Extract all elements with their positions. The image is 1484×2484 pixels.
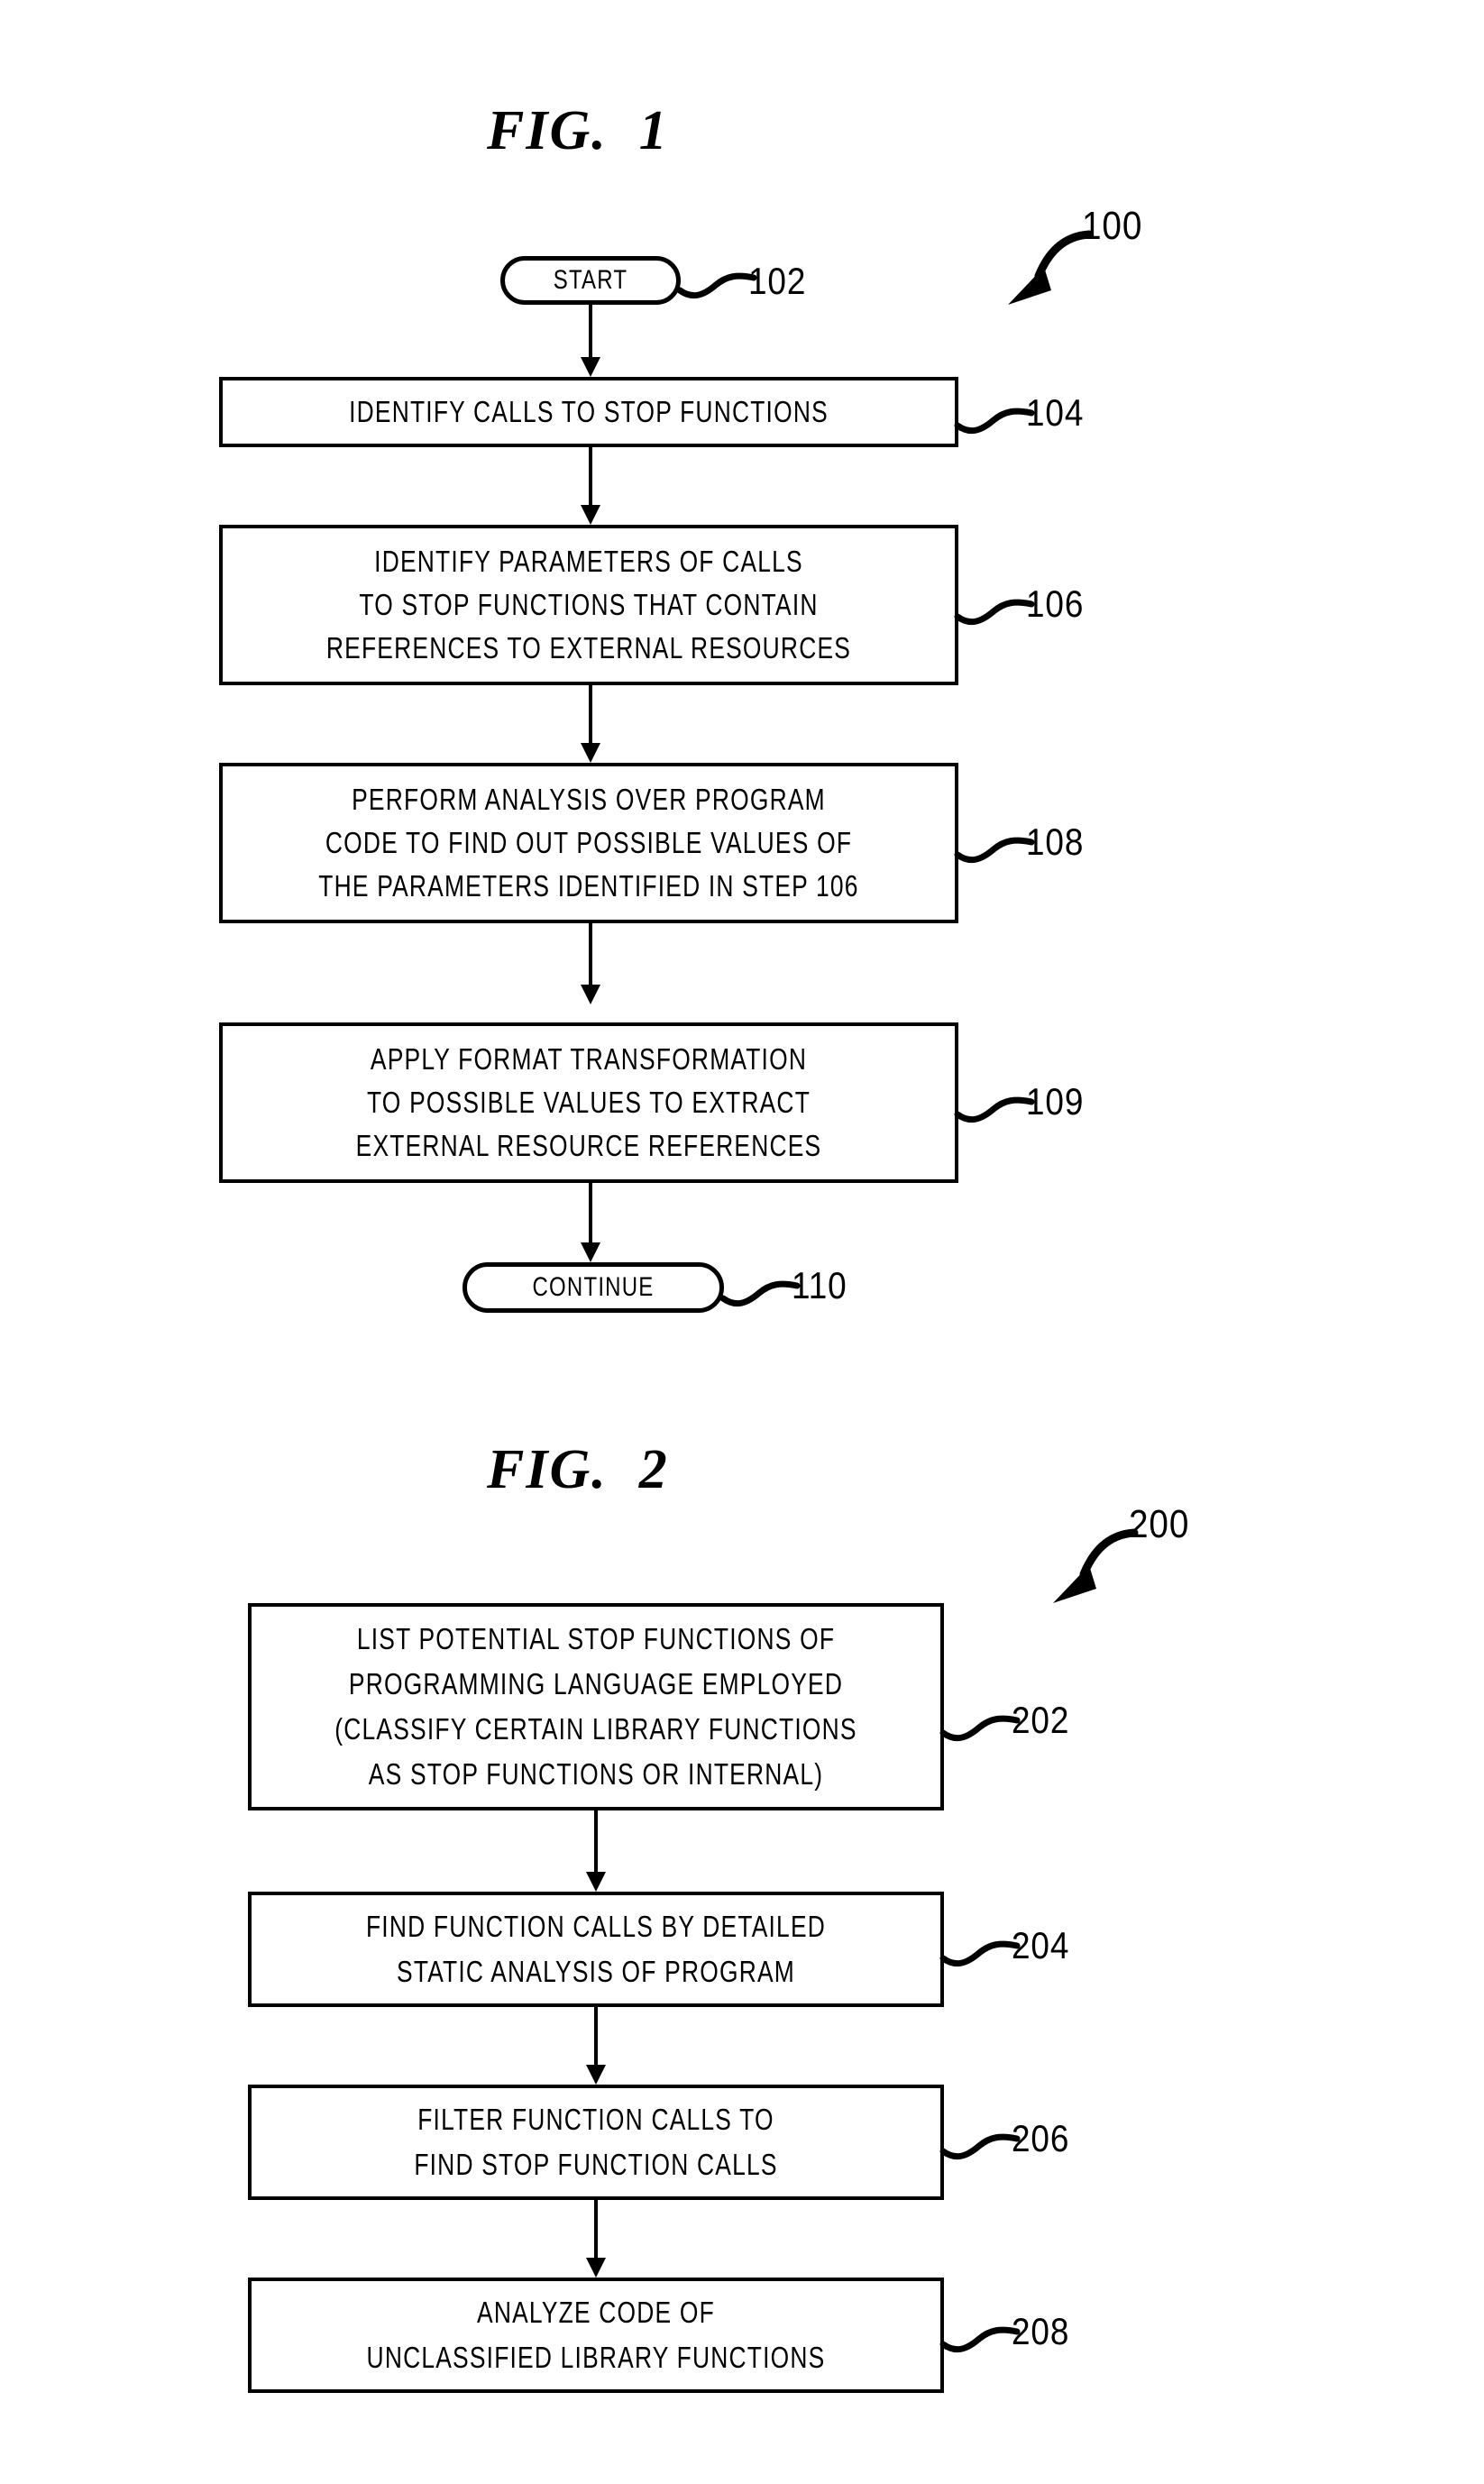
reference-numeral-102: 102 — [748, 260, 807, 302]
leader-line-106 — [954, 588, 1037, 628]
figure-1-number: 100 — [1082, 204, 1143, 248]
reference-numeral-208: 208 — [1012, 2310, 1070, 2352]
patent-drawing-sheet: FIG. 1 100 START 102 IDENTIFY CALLS TO S… — [0, 0, 1484, 2484]
flow-node-start-label: START — [553, 265, 628, 295]
figure-1-title: FIG. 1 — [487, 100, 669, 161]
figure-2-title: FIG. 2 — [487, 1439, 669, 1500]
flow-node-109-label: APPLY FORMAT TRANSFORMATION TO POSSIBLE … — [355, 1042, 822, 1162]
reference-numeral-204: 204 — [1012, 1924, 1070, 1966]
figure-2-number: 200 — [1129, 1502, 1190, 1546]
flow-node-208-label: ANALYZE CODE OF UNCLASSIFIED LIBRARY FUN… — [366, 2296, 826, 2374]
flow-node-start[interactable]: START — [500, 256, 681, 305]
leader-line-208 — [939, 2315, 1022, 2355]
reference-numeral-106: 106 — [1026, 582, 1085, 625]
leader-line-102 — [676, 263, 759, 303]
flow-node-206-label: FILTER FUNCTION CALLS TO FIND STOP FUNCT… — [414, 2103, 778, 2181]
flow-node-104-label: IDENTIFY CALLS TO STOP FUNCTIONS — [349, 395, 829, 428]
flow-node-206[interactable]: FILTER FUNCTION CALLS TO FIND STOP FUNCT… — [248, 2085, 944, 2200]
flow-node-202-label: LIST POTENTIAL STOP FUNCTIONS OF PROGRAM… — [334, 1622, 857, 1791]
reference-numeral-104: 104 — [1026, 391, 1085, 434]
flow-node-continue[interactable]: CONTINUE — [463, 1262, 724, 1313]
reference-numeral-202: 202 — [1012, 1699, 1070, 1741]
leader-line-204 — [939, 1929, 1022, 1969]
reference-numeral-206: 206 — [1012, 2117, 1070, 2159]
flow-node-108[interactable]: PERFORM ANALYSIS OVER PROGRAM CODE TO FI… — [219, 763, 958, 923]
leader-line-108 — [954, 826, 1037, 866]
leader-line-206 — [939, 2122, 1022, 2162]
leader-line-104 — [954, 397, 1037, 436]
flow-node-202[interactable]: LIST POTENTIAL STOP FUNCTIONS OF PROGRAM… — [248, 1603, 944, 1810]
flow-node-204[interactable]: FIND FUNCTION CALLS BY DETAILED STATIC A… — [248, 1892, 944, 2007]
leader-line-202 — [939, 1704, 1022, 1744]
flow-node-109[interactable]: APPLY FORMAT TRANSFORMATION TO POSSIBLE … — [219, 1022, 958, 1183]
flow-node-204-label: FIND FUNCTION CALLS BY DETAILED STATIC A… — [365, 1910, 827, 1988]
flow-node-208[interactable]: ANALYZE CODE OF UNCLASSIFIED LIBRARY FUN… — [248, 2278, 944, 2393]
flow-node-104[interactable]: IDENTIFY CALLS TO STOP FUNCTIONS — [219, 377, 958, 447]
reference-numeral-110: 110 — [792, 1264, 847, 1306]
flow-node-106[interactable]: IDENTIFY PARAMETERS OF CALLS TO STOP FUN… — [219, 525, 958, 685]
reference-numeral-109: 109 — [1026, 1080, 1085, 1123]
flow-node-106-label: IDENTIFY PARAMETERS OF CALLS TO STOP FUN… — [325, 545, 852, 665]
leader-line-110 — [719, 1269, 802, 1309]
leader-line-109 — [954, 1086, 1037, 1125]
flow-node-continue-label: CONTINUE — [532, 1272, 655, 1302]
flow-node-108-label: PERFORM ANALYSIS OVER PROGRAM CODE TO FI… — [318, 783, 859, 903]
reference-numeral-108: 108 — [1026, 820, 1085, 863]
